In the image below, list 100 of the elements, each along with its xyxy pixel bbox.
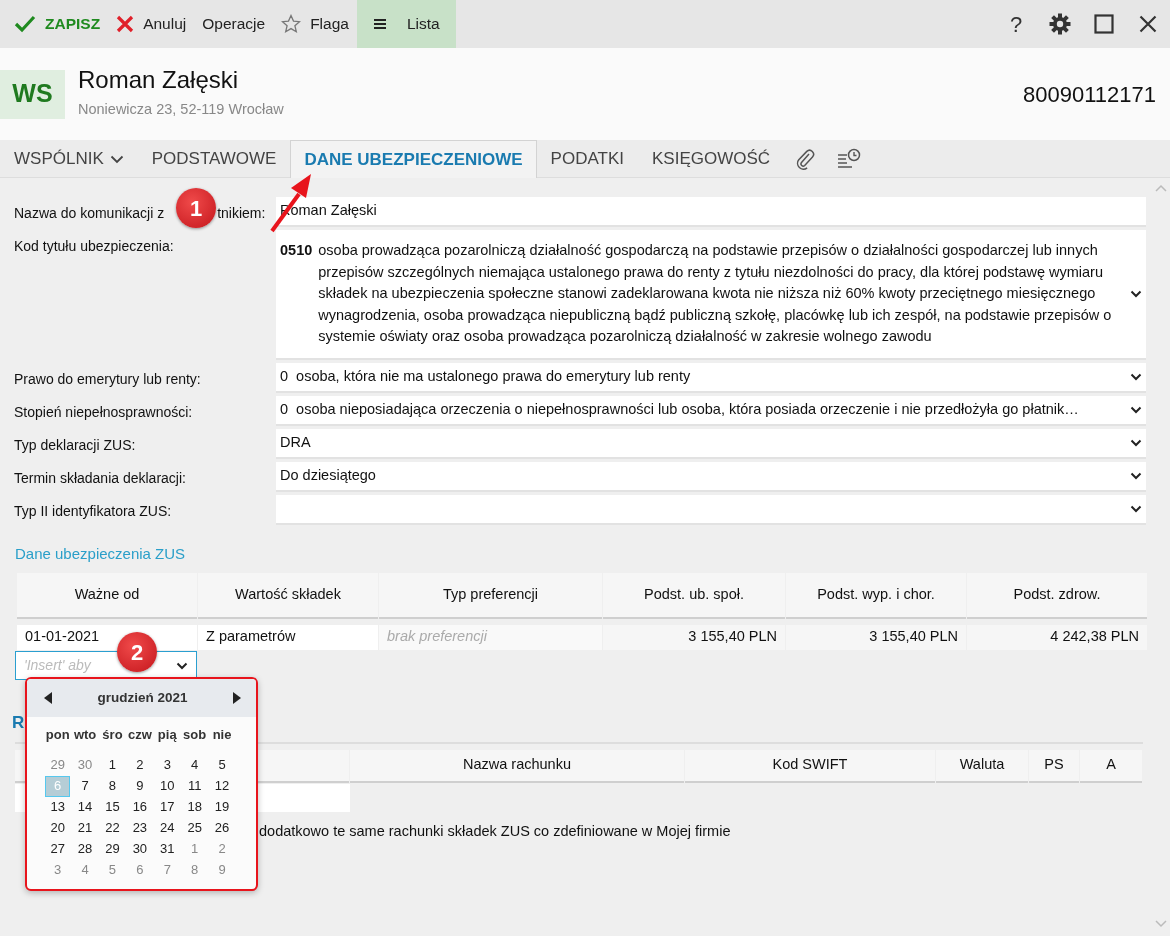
close-icon <box>116 15 135 33</box>
calendar-day[interactable]: 14 <box>72 796 98 818</box>
select-field[interactable]: 0 osoba, która nie ma ustalonego prawa do emerytury lub renty <box>276 363 1146 393</box>
chevron-icon <box>176 661 188 670</box>
calendar-day[interactable]: 5 <box>99 859 126 881</box>
field-label: Nazwa do komunikacji z <box>14 204 165 223</box>
calendar-day[interactable]: 8 <box>181 859 208 881</box>
chevron-icon <box>109 154 124 164</box>
option-text: dodatkowo te same rachunki składek ZUS co zdefiniowane w Mojej firmie <box>259 821 731 841</box>
column-header: Waluta <box>936 749 1028 783</box>
check-icon <box>14 15 36 33</box>
calendar-day[interactable]: 7 <box>154 859 180 881</box>
scroll-down-icon <box>1155 920 1167 928</box>
calendar-day[interactable]: 11 <box>181 775 208 797</box>
square-icon <box>1094 14 1114 34</box>
calendar-day[interactable]: 13 <box>45 796 71 818</box>
calendar-day[interactable]: 26 <box>209 817 235 839</box>
field-label: Prawo do emerytury lub renty: <box>14 370 201 389</box>
calendar-day[interactable]: 5 <box>209 754 235 776</box>
column-header: Nazwa rachunku <box>350 749 684 783</box>
calendar-day[interactable]: 17 <box>154 796 180 818</box>
weekday-label: pon <box>44 726 71 744</box>
weekday-label: nie <box>211 726 233 744</box>
calendar-day[interactable]: 1 <box>99 754 126 776</box>
select-field[interactable] <box>276 495 1146 525</box>
column-header: Kod SWIFT <box>685 749 935 783</box>
cancel-button[interactable]: Anuluj <box>108 0 195 48</box>
close-icon <box>1139 15 1157 33</box>
calendar-day[interactable]: 8 <box>99 775 126 797</box>
calendar-day[interactable]: 31 <box>154 838 180 860</box>
calendar-day[interactable]: 2 <box>127 754 153 776</box>
paperclip-icon <box>795 148 816 170</box>
table-cell: brak preferencji <box>379 624 602 650</box>
calendar-day[interactable]: 23 <box>127 817 153 839</box>
calendar-day[interactable]: 10 <box>154 775 180 797</box>
select-field[interactable]: 0 osoba nieposiadająca orzeczenia o niepełnosprawności lub osoba, która posiada orzeczenie i nie przedłożyła go płatnik… <box>276 396 1146 426</box>
calendar-day[interactable]: 21 <box>72 817 98 839</box>
section-heading: Dane ubezpieczenia ZUS <box>14 544 187 564</box>
next-month-button[interactable] <box>232 691 242 705</box>
field-label: Kod tytułu ubezpieczenia: <box>14 237 174 256</box>
table-cell: 3 155,40 PLN <box>603 624 785 650</box>
column-header: Wartość składek <box>198 572 378 619</box>
weekday-label: czw <box>126 726 153 744</box>
calendar-day[interactable]: 30 <box>127 838 153 860</box>
select-field[interactable]: 0510 osoba prowadząca pozarolniczą działalność gospodarczą na podstawie przepisów o działalności gospodarczej lub innych przepisów szczególnych niemająca ustalonego prawa do renty z tytułu niezdolności do pracy, dla której podstawę wymiaru składek na ubezpieczenia społeczne stanowi zadeklarowana kwota nie niższa niż 60% kwoty przeciętnego miesięcznego wynagrodzenia, osoba prowadząca niepubliczną bądź publiczną szkołę, placówkę lub ich zespół, na podstawie przepisów o systemie oświaty oraz osoba prowadząca pozarolniczą działalność w zakresie wolnego zawodu <box>276 230 1146 360</box>
calendar-day[interactable]: 20 <box>45 817 71 839</box>
select-field[interactable]: Do dziesiątego <box>276 462 1146 492</box>
calendar-day[interactable]: 22 <box>99 817 126 839</box>
gear-icon <box>1049 13 1071 35</box>
calendar-day[interactable]: 4 <box>181 754 208 776</box>
section-heading: R <box>12 712 25 732</box>
weekday-label: śro <box>101 726 124 744</box>
calendar-day[interactable]: 19 <box>209 796 235 818</box>
save-button[interactable]: ZAPISZ <box>6 0 109 48</box>
chevron-icon <box>1130 406 1142 414</box>
tab[interactable]: KSIĘGOWOŚĆ <box>638 140 785 177</box>
tab[interactable]: DANE UBEZPIECZENIOWE <box>290 140 537 178</box>
step-badge: 1 <box>176 188 216 228</box>
operations-button[interactable]: Operacje <box>194 0 274 48</box>
select-field[interactable]: DRA <box>276 429 1146 459</box>
table-cell: Z parametrów <box>198 624 378 650</box>
chevron-icon <box>1130 439 1142 447</box>
calendar-day[interactable]: 29 <box>99 838 126 860</box>
field-label: tnikiem: <box>217 204 266 223</box>
column-header: PS <box>1029 749 1079 783</box>
calendar-day[interactable]: 15 <box>99 796 126 818</box>
calendar-day[interactable]: 30 <box>72 754 98 776</box>
tab[interactable]: PODSTAWOWE <box>137 140 291 177</box>
chevron-icon <box>1130 472 1142 480</box>
calendar-day[interactable]: 24 <box>154 817 180 839</box>
list-button[interactable]: Lista <box>356 0 456 48</box>
calendar-day[interactable]: 2 <box>209 838 235 860</box>
weekday-label: sob <box>182 726 208 744</box>
calendar-day[interactable]: 3 <box>154 754 180 776</box>
tab[interactable]: PODATKI <box>536 140 638 177</box>
previous-month-button[interactable] <box>43 691 53 705</box>
calendar-day[interactable]: 25 <box>181 817 208 839</box>
avatar: WS <box>0 69 65 119</box>
tab[interactable]: WSPÓLNIK <box>0 140 138 177</box>
address-text: Noniewicza 23, 52-119 Wrocław <box>78 99 284 119</box>
calendar-day[interactable]: 12 <box>209 775 235 797</box>
scroll-up-icon <box>1155 184 1167 192</box>
calendar-day[interactable]: 3 <box>45 859 71 881</box>
calendar-day[interactable]: 7 <box>72 775 98 797</box>
calendar-day[interactable]: 18 <box>181 796 208 818</box>
calendar-day[interactable]: 27 <box>45 838 71 860</box>
column-header: A <box>1080 749 1142 783</box>
calendar-day[interactable]: 16 <box>127 796 153 818</box>
help-button[interactable]: ? <box>994 0 1038 48</box>
person-name: Roman Załęski <box>78 67 240 94</box>
calendar-day[interactable]: 9 <box>209 859 235 881</box>
calendar-day[interactable]: 9 <box>127 775 153 797</box>
star-icon <box>281 14 302 34</box>
weekday-label: wto <box>72 726 98 744</box>
flag-button[interactable]: Flaga <box>273 0 357 48</box>
calendar-day[interactable]: 29 <box>45 754 71 776</box>
column-header: Podst. wyp. i chor. <box>786 572 966 619</box>
calendar-day[interactable]: 28 <box>72 838 98 860</box>
history-list-icon <box>837 148 862 170</box>
calendar-day[interactable]: 6 <box>127 859 153 881</box>
